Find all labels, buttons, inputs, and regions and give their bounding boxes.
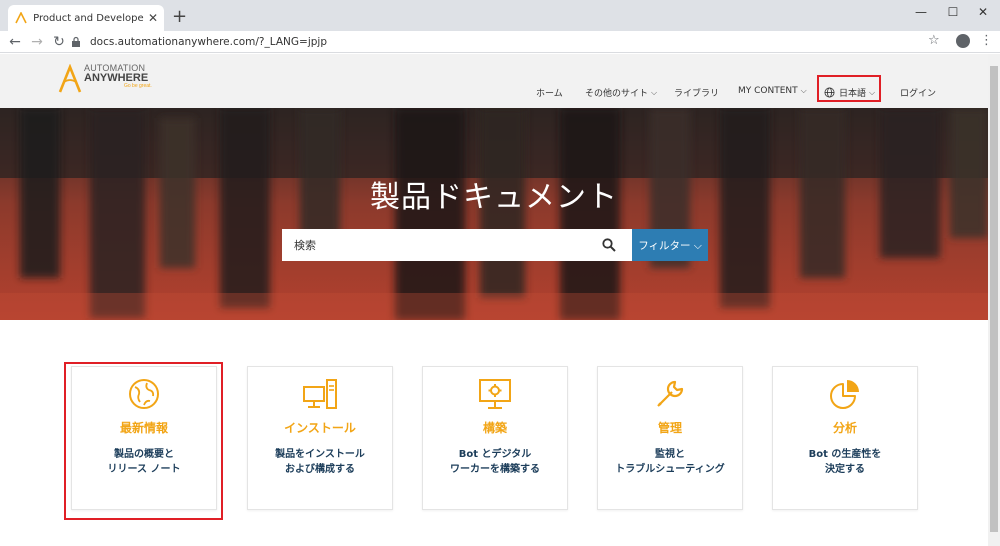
automation-anywhere-logo[interactable]: AUTOMATION ANYWHERE Go be great. — [58, 64, 152, 94]
nav-library[interactable]: ライブラリ — [674, 86, 719, 99]
card-build[interactable]: 構築 Bot とデジタル ワーカーを構築する — [422, 366, 568, 510]
profile-avatar-icon[interactable] — [956, 34, 970, 48]
back-button[interactable]: ← — [6, 33, 24, 51]
wrench-icon — [598, 377, 742, 411]
address-bar: ← → ↻ docs.automationanywhere.com/?_LANG… — [0, 31, 1000, 53]
search-box — [282, 229, 632, 261]
search-input[interactable] — [282, 230, 602, 260]
card-title: インストール — [284, 421, 356, 435]
card-description: 製品をインストール および構成する — [275, 449, 365, 475]
url-text: docs.automationanywhere.com/?_LANG=jpjp — [90, 36, 327, 48]
nav-login[interactable]: ログイン — [900, 86, 936, 99]
site-header: AUTOMATION ANYWHERE Go be great. ホーム その他… — [0, 54, 988, 108]
browser-tab[interactable]: Product and Developer Documen ✕ — [8, 5, 164, 31]
close-window-button[interactable]: ✕ — [968, 2, 998, 22]
card-description: Bot の生産性を 決定する — [808, 449, 882, 475]
automation-anywhere-favicon-icon — [14, 11, 27, 25]
nav-my-content-label: MY CONTENT — [738, 86, 798, 96]
whats-new-highlight-frame — [64, 362, 223, 520]
url-field[interactable]: docs.automationanywhere.com/?_LANG=jpjp — [70, 32, 950, 52]
maximize-button[interactable]: ☐ — [938, 2, 968, 22]
chevron-down-icon: ⌵ — [651, 87, 658, 97]
nav-other-sites[interactable]: その他のサイト ⌵ — [585, 86, 658, 100]
pie-chart-icon — [773, 377, 917, 411]
tab-title: Product and Developer Documen — [33, 12, 144, 24]
logo-tagline: Go be great. — [124, 83, 152, 89]
page-title: 製品ドキュメント — [370, 180, 618, 215]
browser-menu-icon[interactable]: ⋮ — [980, 33, 993, 48]
nav-my-content[interactable]: MY CONTENT ⌵ — [738, 86, 807, 96]
hero-banner: 製品ドキュメント フィルター ⌵ — [0, 108, 988, 320]
bookmark-star-icon[interactable]: ☆ — [928, 33, 940, 48]
chevron-down-icon: ⌵ — [800, 86, 807, 95]
reload-button[interactable]: ↻ — [50, 33, 68, 51]
card-title: 管理 — [657, 421, 682, 435]
card-manage[interactable]: 管理 監視と トラブルシューティング — [597, 366, 743, 510]
card-install[interactable]: インストール 製品をインストール および構成する — [247, 366, 393, 510]
search-icon[interactable] — [602, 238, 616, 252]
tab-close-icon[interactable]: ✕ — [148, 11, 158, 25]
globe-icon — [824, 87, 835, 98]
language-label: 日本語 — [839, 89, 867, 99]
card-analyze[interactable]: 分析 Bot の生産性を 決定する — [772, 366, 918, 510]
logo-mark-icon — [58, 64, 82, 93]
browser-tab-bar: Product and Developer Documen ✕ + — ☐ ✕ — [0, 0, 1000, 31]
language-selector[interactable]: 日本語 ⌵ — [824, 86, 875, 99]
lock-icon — [72, 36, 80, 47]
card-title: 分析 — [832, 421, 857, 435]
card-description: Bot とデジタル ワーカーを構築する — [450, 449, 540, 475]
scrollbar-thumb[interactable] — [990, 66, 998, 532]
nav-other-sites-label: その他のサイト — [585, 89, 649, 99]
card-title: 構築 — [482, 421, 507, 435]
monitor-gear-icon — [423, 377, 567, 411]
minimize-button[interactable]: — — [906, 2, 936, 22]
card-description: 監視と トラブルシューティング — [615, 449, 725, 475]
filter-button[interactable]: フィルター ⌵ — [632, 229, 708, 261]
nav-home[interactable]: ホーム — [536, 86, 563, 99]
new-tab-button[interactable]: + — [172, 6, 187, 27]
chevron-down-icon: ⌵ — [869, 87, 876, 97]
computer-server-icon — [248, 377, 392, 411]
forward-button[interactable]: → — [28, 33, 46, 51]
